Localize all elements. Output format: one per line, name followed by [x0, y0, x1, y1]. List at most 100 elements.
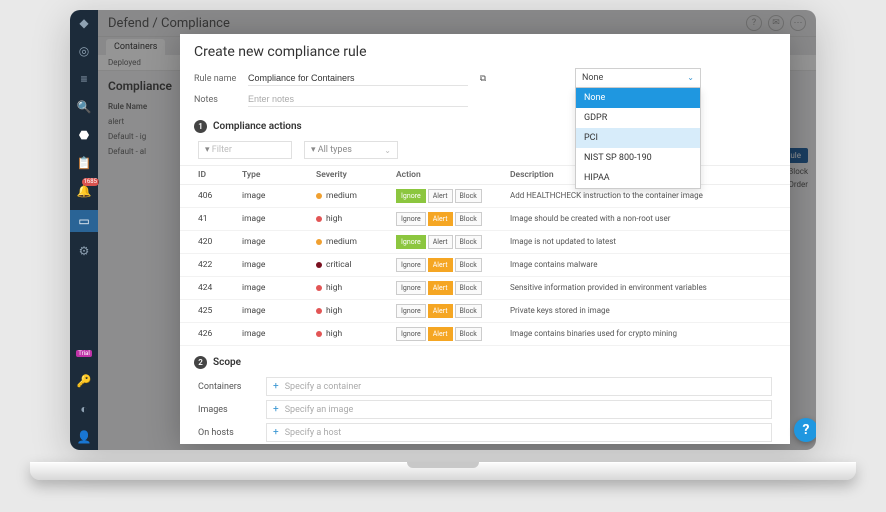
scope-hosts-label: On hosts — [198, 428, 256, 438]
cell-id: 41 — [198, 214, 238, 224]
cell-id: 420 — [198, 237, 238, 247]
cell-type: image — [242, 237, 312, 247]
template-option-hipaa[interactable]: HIPAA — [576, 168, 700, 188]
cell-type: image — [242, 283, 312, 293]
alert-button[interactable]: Alert — [428, 235, 453, 249]
cell-actions: IgnoreAlertBlock — [396, 212, 506, 226]
cell-description: Image is not updated to latest — [510, 237, 772, 247]
scope-images-label: Images — [198, 405, 256, 415]
filter-input[interactable]: ▾ Filter — [198, 141, 292, 159]
scope-images-input[interactable]: +Specify an image — [266, 400, 772, 419]
cell-id: 406 — [198, 191, 238, 201]
cell-type: image — [242, 329, 312, 339]
scope-containers-label: Containers — [198, 382, 256, 392]
notes-input[interactable] — [248, 92, 468, 107]
radar-icon[interactable]: ◎ — [75, 42, 93, 60]
section-scope: Scope — [213, 357, 241, 368]
cell-severity: high — [316, 329, 392, 339]
block-button[interactable]: Block — [455, 258, 482, 272]
template-option-none[interactable]: None — [576, 88, 700, 108]
cell-id: 426 — [198, 329, 238, 339]
copy-icon[interactable]: ⧉ — [468, 74, 498, 84]
alerts-icon[interactable]: 🔔1685 — [75, 182, 93, 200]
cell-description: Private keys stored in image — [510, 306, 772, 316]
step-1-badge: 1 — [194, 120, 207, 133]
compliance-rows: 406imagemediumIgnoreAlertBlockAdd HEALTH… — [180, 185, 790, 346]
cell-description: Image contains malware — [510, 260, 772, 270]
table-row[interactable]: 422imagecriticalIgnoreAlertBlockImage co… — [180, 254, 790, 277]
alert-button[interactable]: Alert — [428, 327, 453, 341]
rule-name-label: Rule name — [194, 74, 248, 84]
table-row[interactable]: 426 image high IgnoreAlertBlock Image contai… — [180, 323, 790, 346]
ignore-button[interactable]: Ignore — [396, 258, 426, 272]
block-button[interactable]: Block — [455, 189, 482, 203]
alert-button[interactable]: Alert — [428, 304, 453, 318]
ignore-button[interactable]: Ignore — [396, 189, 426, 203]
template-option-gdpr[interactable]: GDPR — [576, 108, 700, 128]
palette-icon[interactable]: ◐ — [75, 400, 93, 418]
cell-severity: high — [316, 214, 392, 224]
key-icon[interactable]: 🔑 — [75, 372, 93, 390]
laptop-base — [30, 462, 856, 480]
search-icon[interactable]: 🔍 — [75, 98, 93, 116]
compliance-icon[interactable]: 📋 — [75, 154, 93, 172]
cell-actions: IgnoreAlertBlock — [396, 189, 506, 203]
laptop-frame: ◆ ◎ ≡ 🔍 ⬣ 📋 🔔1685 ▭ ⚙ Trial 🔑 ◐ 👤 Defend… — [0, 0, 886, 512]
cell-type: image — [242, 306, 312, 316]
alert-button[interactable]: Alert — [428, 212, 453, 226]
section-compliance-actions: Compliance actions — [213, 121, 302, 132]
template-select[interactable]: None⌄ None GDPR PCI NIST SP 800-190 HIPA… — [575, 68, 701, 189]
shield-icon[interactable]: ⬣ — [75, 126, 93, 144]
notes-label: Notes — [194, 95, 248, 105]
cell-type: image — [242, 191, 312, 201]
types-select[interactable]: ▾ All types⌄ — [304, 141, 398, 159]
block-button[interactable]: Block — [455, 281, 482, 295]
create-rule-modal: Create new compliance rule Rule name ⧉ N… — [180, 34, 790, 444]
cell-id: 424 — [198, 283, 238, 293]
plus-icon: + — [273, 404, 279, 415]
cell-severity: medium — [316, 237, 392, 247]
alert-button[interactable]: Alert — [428, 281, 453, 295]
scope-containers-input[interactable]: +Specify a container — [266, 377, 772, 396]
block-button[interactable]: Block — [455, 327, 482, 341]
ignore-button[interactable]: Ignore — [396, 304, 426, 318]
cell-actions: IgnoreAlertBlock — [396, 235, 506, 249]
cell-actions: IgnoreAlertBlock — [396, 258, 506, 272]
modal-title: Create new compliance rule — [180, 34, 790, 68]
cell-id: 422 — [198, 260, 238, 270]
rule-name-input[interactable] — [248, 71, 468, 86]
ignore-button[interactable]: Ignore — [396, 212, 426, 226]
block-button[interactable]: Block — [455, 212, 482, 226]
ignore-button[interactable]: Ignore — [396, 281, 426, 295]
cell-severity: critical — [316, 260, 392, 270]
template-option-pci[interactable]: PCI — [576, 128, 700, 148]
table-row[interactable]: 424imagehighIgnoreAlertBlockSensitive in… — [180, 277, 790, 300]
template-option-nist[interactable]: NIST SP 800-190 — [576, 148, 700, 168]
sidebar-nav: ◆ ◎ ≡ 🔍 ⬣ 📋 🔔1685 ▭ ⚙ Trial 🔑 ◐ 👤 — [70, 10, 98, 450]
scope-hosts-input[interactable]: +Specify a host — [266, 423, 772, 442]
policy-icon[interactable]: ▭ — [70, 210, 98, 232]
cell-actions: IgnoreAlertBlock — [396, 281, 506, 295]
help-bubble[interactable]: ? — [794, 418, 816, 442]
cell-severity: high — [316, 283, 392, 293]
alert-badge: 1685 — [82, 178, 100, 186]
ignore-button[interactable]: Ignore — [396, 235, 426, 249]
block-button[interactable]: Block — [455, 235, 482, 249]
cell-id: 425 — [198, 306, 238, 316]
cell-severity: medium — [316, 191, 392, 201]
table-row[interactable]: 420 image medium IgnoreAlertBlock Image is n… — [180, 231, 790, 254]
user-icon[interactable]: 👤 — [75, 428, 93, 446]
alert-button[interactable]: Alert — [428, 189, 453, 203]
cell-description: Image should be created with a non-root … — [510, 214, 772, 224]
cell-description: Add HEALTHCHECK instruction to the conta… — [510, 191, 772, 201]
table-row[interactable]: 425imagehighIgnoreAlertBlockPrivate keys… — [180, 300, 790, 323]
alert-button[interactable]: Alert — [428, 258, 453, 272]
settings-icon[interactable]: ⚙ — [75, 242, 93, 260]
list-icon[interactable]: ≡ — [75, 70, 93, 88]
ignore-button[interactable]: Ignore — [396, 327, 426, 341]
plus-icon: + — [273, 381, 279, 392]
block-button[interactable]: Block — [455, 304, 482, 318]
table-row[interactable]: 41imagehighIgnoreAlertBlockImage should … — [180, 208, 790, 231]
cell-description: Image contains binaries used for crypto … — [510, 329, 772, 339]
step-2-badge: 2 — [194, 356, 207, 369]
